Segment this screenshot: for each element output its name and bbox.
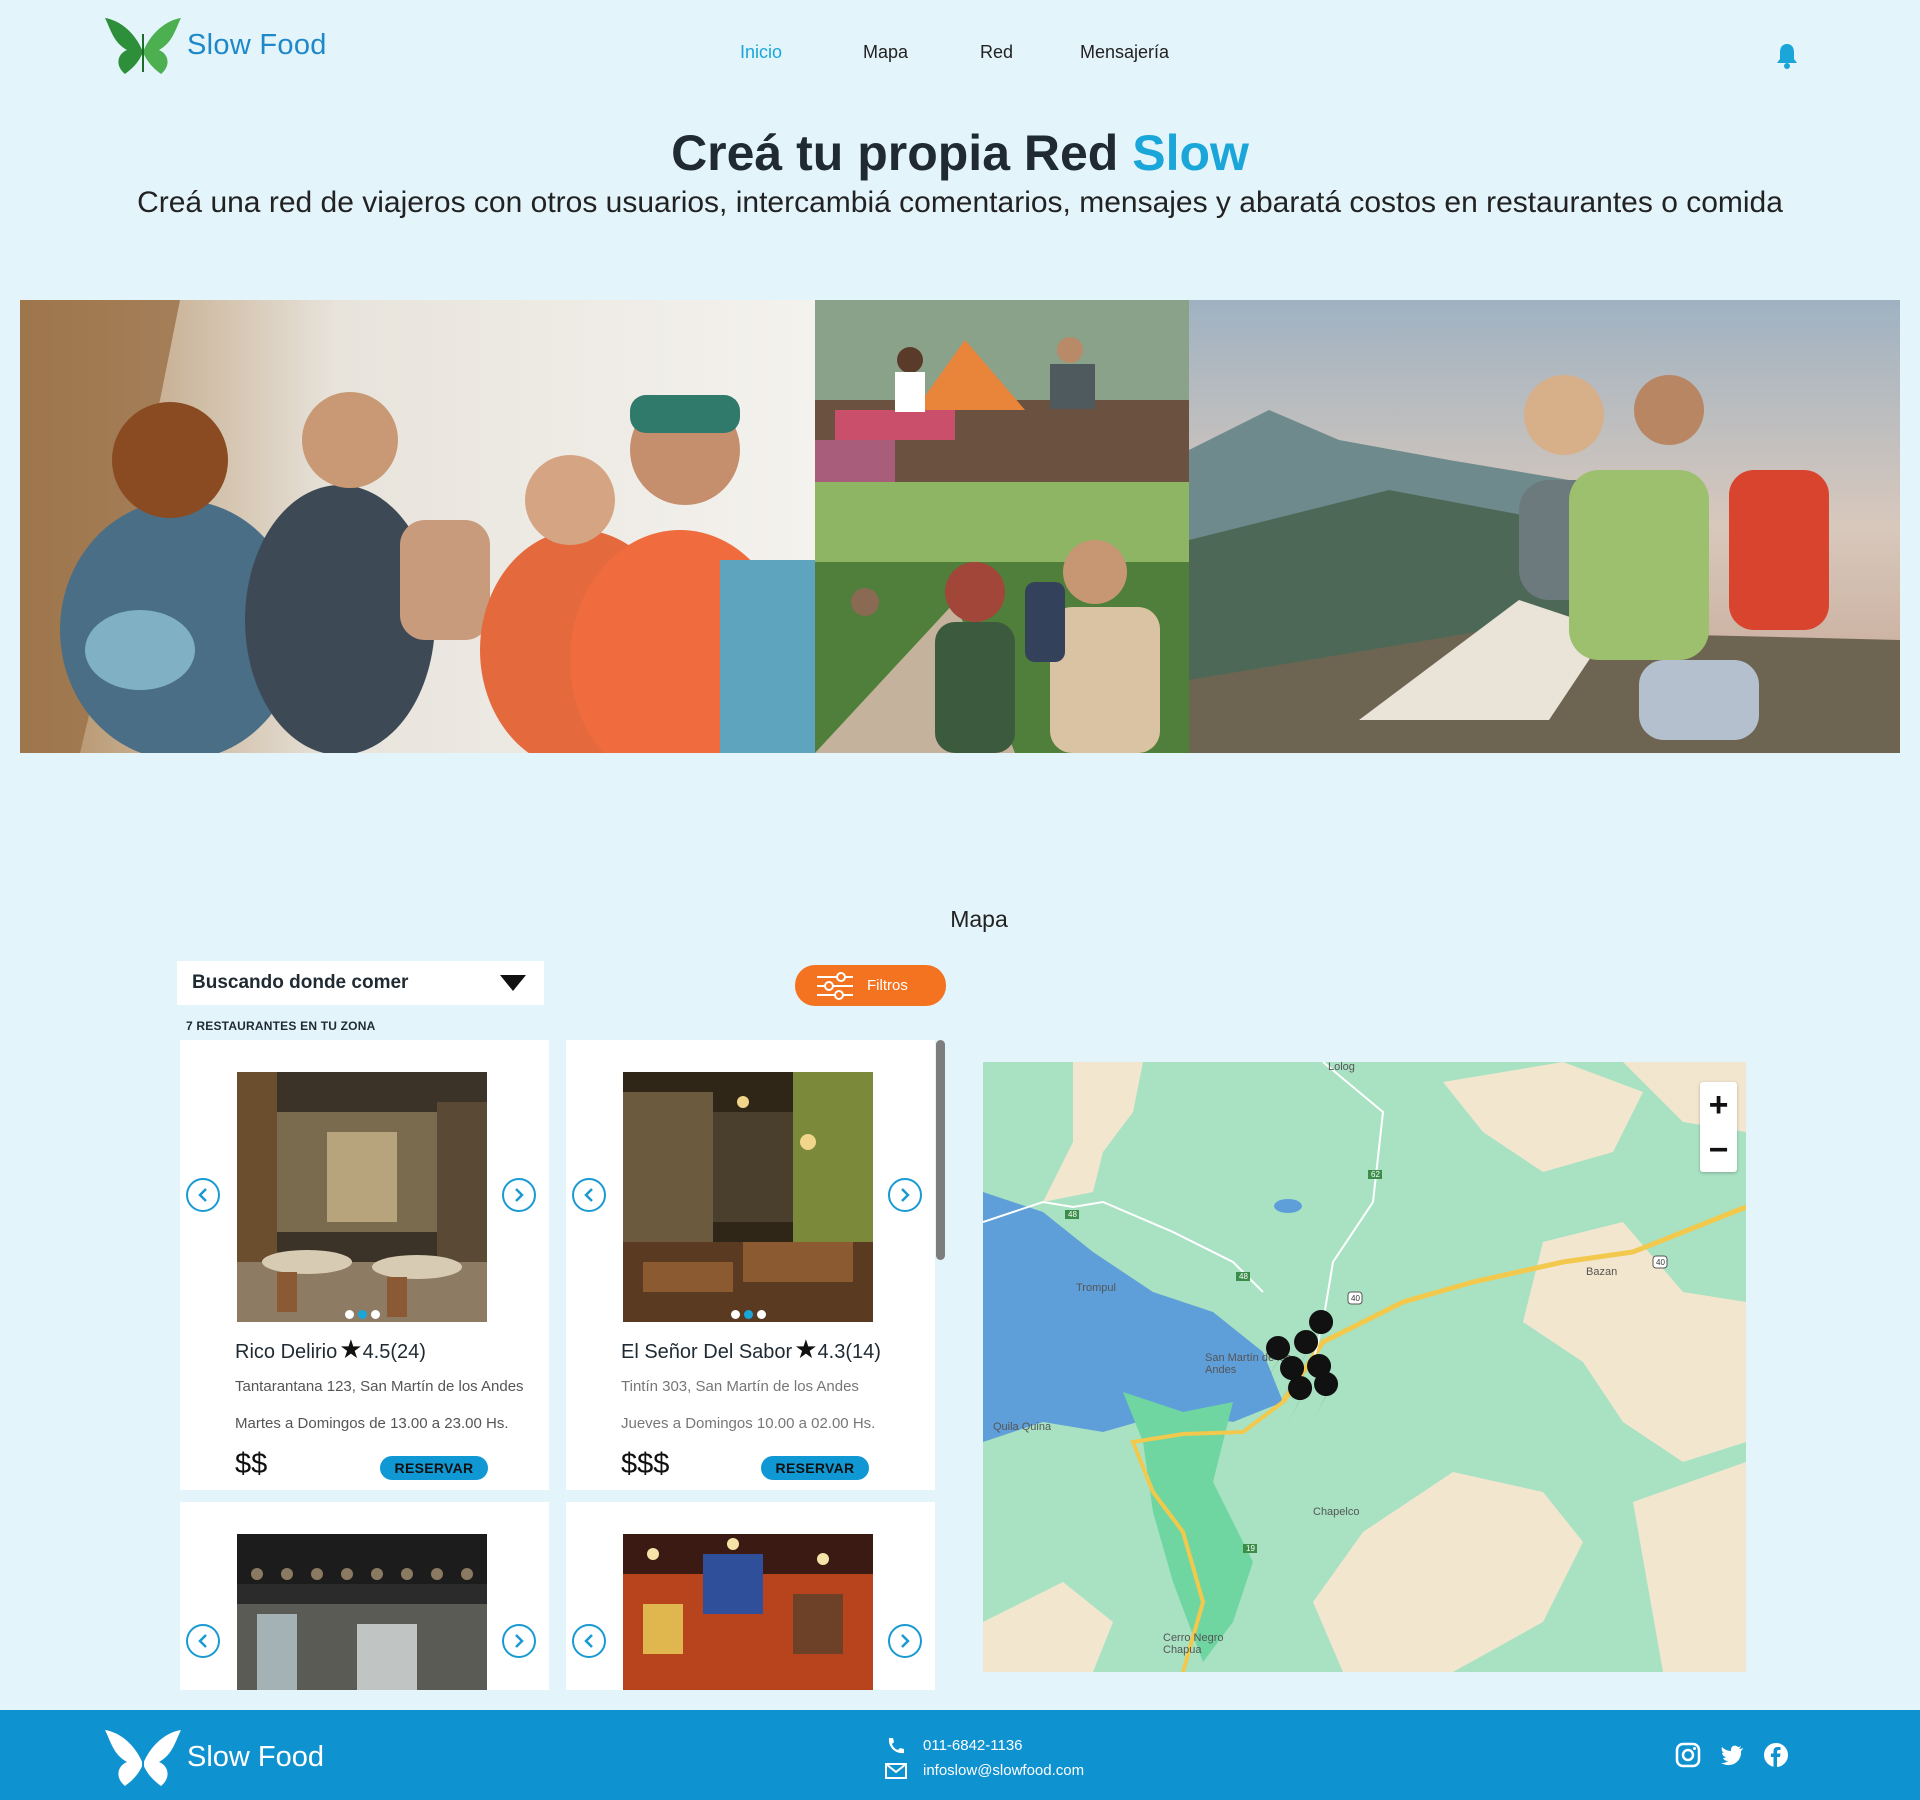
restaurant-address: Tantarantana 123, San Martín de los Ande… bbox=[235, 1378, 524, 1395]
next-photo-button[interactable] bbox=[502, 1624, 536, 1658]
restaurant-name[interactable]: El Señor Del Sabor★4.3(14) bbox=[621, 1334, 881, 1365]
section-title-mapa: Mapa bbox=[950, 906, 1008, 932]
nav-mensajeria[interactable]: Mensajería bbox=[1080, 42, 1169, 63]
restaurant-price: $$$ bbox=[621, 1448, 670, 1480]
restaurant-hours: Jueves a Domingos 10.00 a 02.00 Hs. bbox=[621, 1415, 876, 1432]
chevron-left-icon bbox=[198, 1188, 207, 1202]
reserve-button[interactable]: RESERVAR bbox=[761, 1456, 869, 1480]
map-label-bazan: Bazan bbox=[1586, 1266, 1617, 1278]
restaurant-address: Tintín 303, San Martín de los Andes bbox=[621, 1378, 859, 1395]
next-photo-button[interactable] bbox=[502, 1178, 536, 1212]
facebook-icon[interactable] bbox=[1763, 1742, 1789, 1768]
route-label-48: 48 bbox=[1239, 1272, 1248, 1281]
list-scrollbar[interactable] bbox=[936, 1040, 945, 1260]
carousel-dot[interactable] bbox=[344, 1310, 354, 1319]
star-icon: ★ bbox=[339, 1334, 363, 1364]
carousel-dot[interactable] bbox=[370, 1310, 380, 1319]
chevron-down-icon bbox=[500, 975, 526, 991]
restaurant-card[interactable] bbox=[566, 1502, 935, 1690]
chevron-left-icon bbox=[584, 1188, 593, 1202]
next-photo-button[interactable] bbox=[888, 1178, 922, 1212]
restaurant-photo bbox=[623, 1534, 873, 1690]
map-label-lolog: Lolog bbox=[1328, 1062, 1355, 1073]
restaurant-map[interactable]: Lolog Trompul Bazan Quila Quina Chapelco… bbox=[983, 1062, 1746, 1672]
chevron-right-icon bbox=[901, 1188, 910, 1202]
restaurant-rating: 4.5(24) bbox=[362, 1341, 426, 1363]
restaurant-list[interactable]: Rico Delirio★4.5(24) Tantarantana 123, S… bbox=[178, 1040, 948, 1690]
chevron-right-icon bbox=[515, 1188, 524, 1202]
restaurant-rating: 4.3(14) bbox=[817, 1341, 881, 1363]
prev-photo-button[interactable] bbox=[186, 1624, 220, 1658]
footer: Slow Food 011-6842-1136 infoslow@slowfoo… bbox=[0, 1710, 1920, 1800]
nav-mapa[interactable]: Mapa bbox=[863, 42, 908, 63]
prev-photo-button[interactable] bbox=[572, 1624, 606, 1658]
photo-friends-high-five bbox=[20, 300, 815, 753]
carousel-dot[interactable] bbox=[743, 1310, 753, 1319]
prev-photo-button[interactable] bbox=[186, 1178, 220, 1212]
restaurant-photo bbox=[237, 1072, 487, 1322]
main-nav: Inicio Mapa Red Mensajería bbox=[0, 42, 1920, 66]
restaurant-photo bbox=[623, 1072, 873, 1322]
page-title: Creá tu propia Red Slow bbox=[671, 125, 1249, 181]
restaurant-card[interactable] bbox=[180, 1502, 549, 1690]
prev-photo-button[interactable] bbox=[572, 1178, 606, 1212]
chevron-right-icon bbox=[901, 1634, 910, 1648]
route-label-62: 62 bbox=[1371, 1170, 1380, 1179]
chevron-left-icon bbox=[584, 1634, 593, 1648]
social-links bbox=[1675, 1742, 1789, 1768]
map-label-cerro-negro: Cerro Negro Chapua bbox=[1163, 1632, 1224, 1656]
instagram-icon[interactable] bbox=[1675, 1742, 1701, 1768]
filters-label: Filtros bbox=[867, 977, 908, 994]
footer-logo[interactable]: Slow Food bbox=[105, 1724, 324, 1790]
carousel-dot[interactable] bbox=[756, 1310, 766, 1319]
mail-icon bbox=[885, 1762, 907, 1779]
results-count: 7 RESTAURANTES EN TU ZONA bbox=[186, 1019, 376, 1033]
carousel-dots bbox=[237, 1310, 487, 1319]
restaurant-photo bbox=[237, 1534, 487, 1690]
route-label-40: 40 bbox=[1656, 1258, 1665, 1267]
contact-info: 011-6842-1136 infoslow@slowfood.com bbox=[885, 1733, 1084, 1783]
contact-email[interactable]: infoslow@slowfood.com bbox=[923, 1762, 1084, 1779]
nav-red[interactable]: Red bbox=[980, 42, 1013, 63]
restaurant-price: $$ bbox=[235, 1448, 268, 1480]
restaurant-card[interactable]: El Señor Del Sabor★4.3(14) Tintín 303, S… bbox=[566, 1040, 935, 1490]
bell-icon bbox=[1777, 44, 1797, 69]
chevron-right-icon bbox=[515, 1634, 524, 1648]
restaurant-name[interactable]: Rico Delirio★4.5(24) bbox=[235, 1334, 426, 1365]
page-subtitle: Creá una red de viajeros con otros usuar… bbox=[137, 186, 1783, 219]
photo-hikers-forest bbox=[815, 482, 1189, 753]
phone-icon bbox=[888, 1737, 904, 1753]
map-label-quila-quina: Quila Quina bbox=[993, 1421, 1052, 1433]
title-accent: Slow bbox=[1132, 125, 1249, 181]
carousel-dots bbox=[623, 1310, 873, 1319]
map-label-chapelco: Chapelco bbox=[1313, 1506, 1359, 1518]
reserve-button[interactable]: RESERVAR bbox=[380, 1456, 488, 1480]
sliders-icon bbox=[817, 971, 853, 1000]
filters-button[interactable]: Filtros bbox=[795, 965, 946, 1006]
chevron-left-icon bbox=[198, 1634, 207, 1648]
carousel-dot[interactable] bbox=[357, 1310, 367, 1319]
contact-phone[interactable]: 011-6842-1136 bbox=[923, 1737, 1023, 1754]
zoom-out-button[interactable]: − bbox=[1709, 1133, 1729, 1167]
notifications-button[interactable] bbox=[1776, 43, 1798, 74]
route-label-19: 19 bbox=[1246, 1544, 1255, 1553]
nav-inicio[interactable]: Inicio bbox=[740, 42, 782, 63]
map-zoom-controls: + − bbox=[1700, 1082, 1737, 1172]
zoom-in-button[interactable]: + bbox=[1709, 1088, 1729, 1122]
route-label-40: 40 bbox=[1351, 1294, 1360, 1303]
photo-camping bbox=[815, 300, 1189, 482]
search-mode-dropdown[interactable]: Buscando donde comer bbox=[177, 961, 544, 1005]
route-label-48: 48 bbox=[1068, 1210, 1077, 1219]
restaurant-hours: Martes a Domingos de 13.00 a 23.00 Hs. bbox=[235, 1415, 509, 1432]
photo-couple-mountain bbox=[1189, 300, 1900, 753]
star-icon: ★ bbox=[794, 1334, 818, 1364]
twitter-icon[interactable] bbox=[1719, 1742, 1745, 1768]
next-photo-button[interactable] bbox=[888, 1624, 922, 1658]
restaurant-card[interactable]: Rico Delirio★4.5(24) Tantarantana 123, S… bbox=[180, 1040, 549, 1490]
butterfly-logo-icon bbox=[105, 1730, 181, 1786]
carousel-dot[interactable] bbox=[730, 1310, 740, 1319]
dropdown-value: Buscando donde comer bbox=[192, 972, 409, 993]
footer-brand-name: Slow Food bbox=[187, 1740, 325, 1773]
map-label-trompul: Trompul bbox=[1076, 1282, 1116, 1294]
